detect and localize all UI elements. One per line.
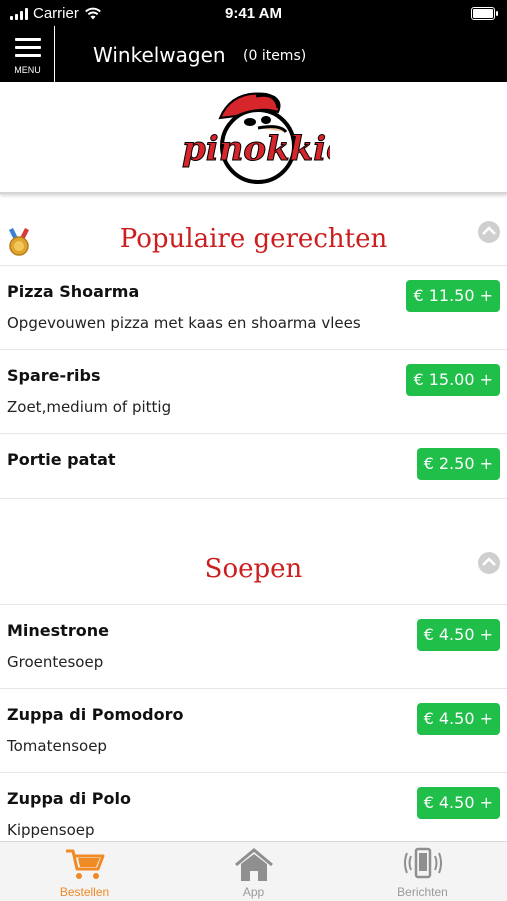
add-to-cart-button[interactable]: € 2.50 + xyxy=(416,448,500,480)
section-header-populaire: Populaire gerechten xyxy=(0,192,507,264)
logo-banner: pinokkio xyxy=(0,82,507,194)
item-description: Kippensoep xyxy=(7,821,95,839)
menu-item[interactable]: Portie patat € 2.50 + xyxy=(0,433,507,499)
tab-label: Bestellen xyxy=(59,885,110,899)
item-name: Minestrone xyxy=(7,621,109,640)
menu-item[interactable]: Pizza Shoarma Opgevouwen pizza met kaas … xyxy=(0,265,507,350)
menu-item[interactable]: Zuppa di Pomodoro Tomatensoep € 4.50 + xyxy=(0,688,507,773)
item-description: Tomatensoep xyxy=(7,737,107,755)
clock: 9:41 AM xyxy=(225,5,282,22)
add-to-cart-button[interactable]: € 4.50 + xyxy=(416,787,500,819)
item-name: Portie patat xyxy=(7,450,116,469)
section-title: Soepen xyxy=(204,554,303,584)
item-name: Spare-ribs xyxy=(7,366,101,385)
phone-vibrate-icon xyxy=(404,847,442,879)
menu-item[interactable]: Spare-ribs Zoet,medium of pittig € 15.00… xyxy=(0,349,507,434)
item-name: Pizza Shoarma xyxy=(7,282,140,301)
collapse-chevron-icon[interactable] xyxy=(478,552,500,574)
logo-text: pinokkio xyxy=(182,129,330,169)
add-to-cart-button[interactable]: € 4.50 + xyxy=(416,703,500,735)
add-to-cart-button[interactable]: € 15.00 + xyxy=(406,364,500,396)
cart-item-count: (0 items) xyxy=(243,48,307,64)
add-to-cart-button[interactable]: € 4.50 + xyxy=(416,619,500,651)
cart-icon xyxy=(66,849,105,879)
tab-app[interactable]: App xyxy=(169,842,338,901)
menu-item[interactable]: Minestrone Groentesoep € 4.50 + xyxy=(0,604,507,689)
home-icon xyxy=(235,848,273,881)
add-to-cart-button[interactable]: € 11.50 + xyxy=(406,280,500,312)
collapse-chevron-icon[interactable] xyxy=(478,221,500,243)
cart-title[interactable]: Winkelwagen xyxy=(93,43,226,67)
menu-label: MENU xyxy=(14,65,41,75)
restaurant-logo: pinokkio xyxy=(182,92,330,184)
status-bar: Carrier 9:41 AM xyxy=(0,0,507,26)
item-description: Opgevouwen pizza met kaas en shoarma vle… xyxy=(7,314,361,332)
tab-berichten[interactable]: Berichten xyxy=(338,842,507,901)
menu-button[interactable]: MENU xyxy=(0,26,55,82)
tab-bestellen[interactable]: Bestellen xyxy=(0,842,169,901)
item-name: Zuppa di Pomodoro xyxy=(7,705,184,724)
hamburger-icon xyxy=(15,38,41,62)
app-header: MENU Winkelwagen (0 items) xyxy=(0,26,507,82)
item-description: Zoet,medium of pittig xyxy=(7,398,172,416)
bottom-tab-bar: Bestellen App Berichten xyxy=(0,841,507,901)
section-title: Populaire gerechten xyxy=(119,224,388,254)
section-header-soepen: Soepen xyxy=(0,528,507,600)
item-description: Groentesoep xyxy=(7,653,104,671)
tab-label: App xyxy=(242,885,265,899)
battery-icon xyxy=(471,7,498,20)
tab-label: Berichten xyxy=(397,885,448,899)
item-name: Zuppa di Polo xyxy=(7,789,131,808)
